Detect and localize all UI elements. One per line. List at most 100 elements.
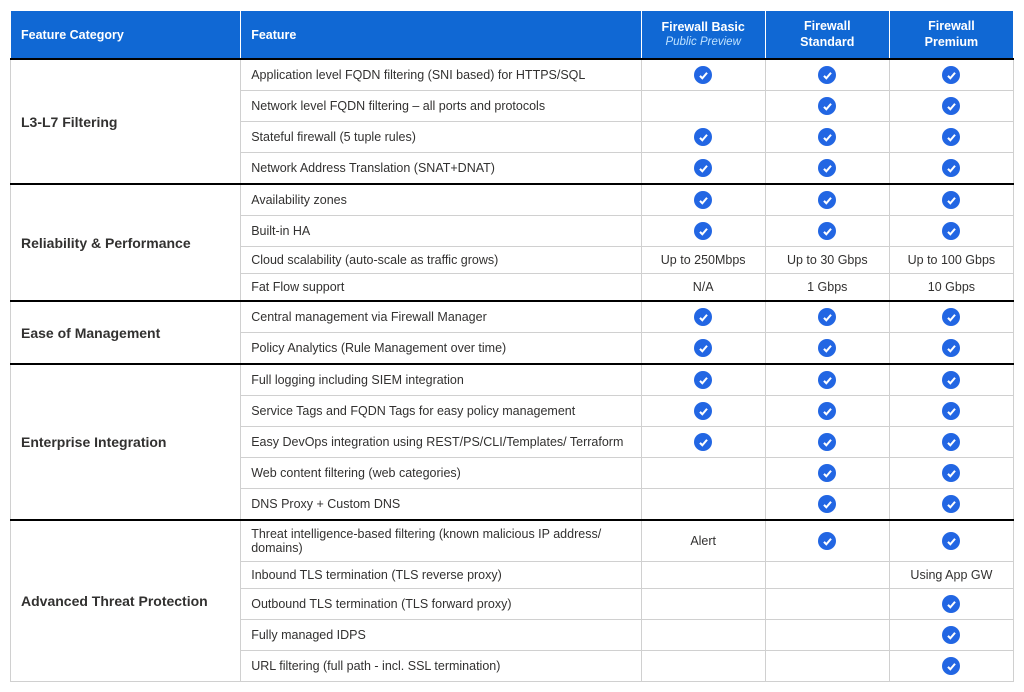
feature-cell: Network level FQDN filtering – all ports…	[241, 91, 641, 122]
check-icon	[942, 495, 960, 513]
tier-cell	[641, 184, 765, 216]
feature-cell: Threat intelligence-based filtering (kno…	[241, 520, 641, 562]
feature-cell: DNS Proxy + Custom DNS	[241, 489, 641, 521]
tier-cell	[765, 562, 889, 589]
check-icon	[942, 626, 960, 644]
tier-cell	[765, 620, 889, 651]
tier-name: Firewall Standard	[800, 19, 854, 49]
check-icon	[818, 402, 836, 420]
check-icon	[942, 532, 960, 550]
check-icon	[942, 128, 960, 146]
check-icon	[818, 433, 836, 451]
check-icon	[694, 128, 712, 146]
check-icon	[942, 191, 960, 209]
tier-cell: N/A	[641, 274, 765, 302]
tier-cell: 1 Gbps	[765, 274, 889, 302]
tier-cell	[641, 489, 765, 521]
feature-cell: Central management via Firewall Manager	[241, 301, 641, 333]
tier-cell	[889, 91, 1013, 122]
tier-cell	[641, 396, 765, 427]
tier-cell	[889, 427, 1013, 458]
check-icon	[818, 128, 836, 146]
tier-cell	[889, 651, 1013, 682]
tier-cell	[641, 153, 765, 185]
category-cell: Advanced Threat Protection	[11, 520, 241, 682]
feature-cell: Easy DevOps integration using REST/PS/CL…	[241, 427, 641, 458]
check-icon	[818, 495, 836, 513]
check-icon	[694, 402, 712, 420]
check-icon	[942, 402, 960, 420]
tier-cell	[641, 562, 765, 589]
check-icon	[942, 339, 960, 357]
tier-cell: 10 Gbps	[889, 274, 1013, 302]
tier-cell	[641, 216, 765, 247]
tier-name: Firewall Basic	[661, 20, 744, 34]
tier-cell	[765, 301, 889, 333]
tier-cell	[765, 122, 889, 153]
check-icon	[818, 159, 836, 177]
check-icon	[818, 371, 836, 389]
feature-cell: Network Address Translation (SNAT+DNAT)	[241, 153, 641, 185]
check-icon	[694, 191, 712, 209]
table-row: Enterprise IntegrationFull logging inclu…	[11, 364, 1014, 396]
tier-cell	[889, 184, 1013, 216]
header-tier-basic: Firewall Basic Public Preview	[641, 11, 765, 60]
tier-cell	[765, 396, 889, 427]
tier-cell	[641, 589, 765, 620]
category-cell: Ease of Management	[11, 301, 241, 364]
tier-cell	[889, 520, 1013, 562]
check-icon	[942, 97, 960, 115]
table-row: Advanced Threat ProtectionThreat intelli…	[11, 520, 1014, 562]
tier-cell	[765, 651, 889, 682]
tier-cell	[641, 427, 765, 458]
tier-cell	[641, 122, 765, 153]
feature-cell: Built-in HA	[241, 216, 641, 247]
check-icon	[942, 308, 960, 326]
tier-cell	[765, 458, 889, 489]
tier-cell	[641, 333, 765, 365]
table-header-row: Feature Category Feature Firewall Basic …	[11, 11, 1014, 60]
tier-cell	[765, 91, 889, 122]
check-icon	[818, 532, 836, 550]
tier-note: Public Preview	[652, 35, 755, 49]
table-row: Reliability & PerformanceAvailability zo…	[11, 184, 1014, 216]
check-icon	[694, 371, 712, 389]
tier-cell	[889, 59, 1013, 91]
tier-cell	[889, 216, 1013, 247]
tier-cell	[641, 651, 765, 682]
tier-cell	[889, 458, 1013, 489]
check-icon	[942, 464, 960, 482]
check-icon	[818, 464, 836, 482]
feature-cell: Stateful firewall (5 tuple rules)	[241, 122, 641, 153]
feature-cell: Application level FQDN filtering (SNI ba…	[241, 59, 641, 91]
check-icon	[942, 657, 960, 675]
feature-cell: Policy Analytics (Rule Management over t…	[241, 333, 641, 365]
table-row: L3-L7 FilteringApplication level FQDN fi…	[11, 59, 1014, 91]
header-tier-premium: Firewall Premium	[889, 11, 1013, 60]
feature-cell: Inbound TLS termination (TLS reverse pro…	[241, 562, 641, 589]
tier-cell	[889, 301, 1013, 333]
tier-cell	[765, 589, 889, 620]
feature-cell: URL filtering (full path - incl. SSL ter…	[241, 651, 641, 682]
tier-cell	[765, 520, 889, 562]
feature-cell: Service Tags and FQDN Tags for easy poli…	[241, 396, 641, 427]
category-cell: L3-L7 Filtering	[11, 59, 241, 184]
header-feature: Feature	[241, 11, 641, 60]
check-icon	[694, 308, 712, 326]
feature-comparison-table: Feature Category Feature Firewall Basic …	[10, 10, 1014, 682]
feature-cell: Fully managed IDPS	[241, 620, 641, 651]
feature-cell: Fat Flow support	[241, 274, 641, 302]
tier-cell	[641, 458, 765, 489]
feature-cell: Full logging including SIEM integration	[241, 364, 641, 396]
check-icon	[818, 339, 836, 357]
tier-cell: Using App GW	[889, 562, 1013, 589]
tier-cell	[765, 427, 889, 458]
tier-name: Firewall Premium	[925, 19, 979, 49]
tier-cell	[889, 396, 1013, 427]
tier-cell: Up to 100 Gbps	[889, 247, 1013, 274]
check-icon	[942, 66, 960, 84]
tier-cell	[765, 59, 889, 91]
tier-cell	[765, 364, 889, 396]
check-icon	[694, 66, 712, 84]
tier-cell	[889, 589, 1013, 620]
